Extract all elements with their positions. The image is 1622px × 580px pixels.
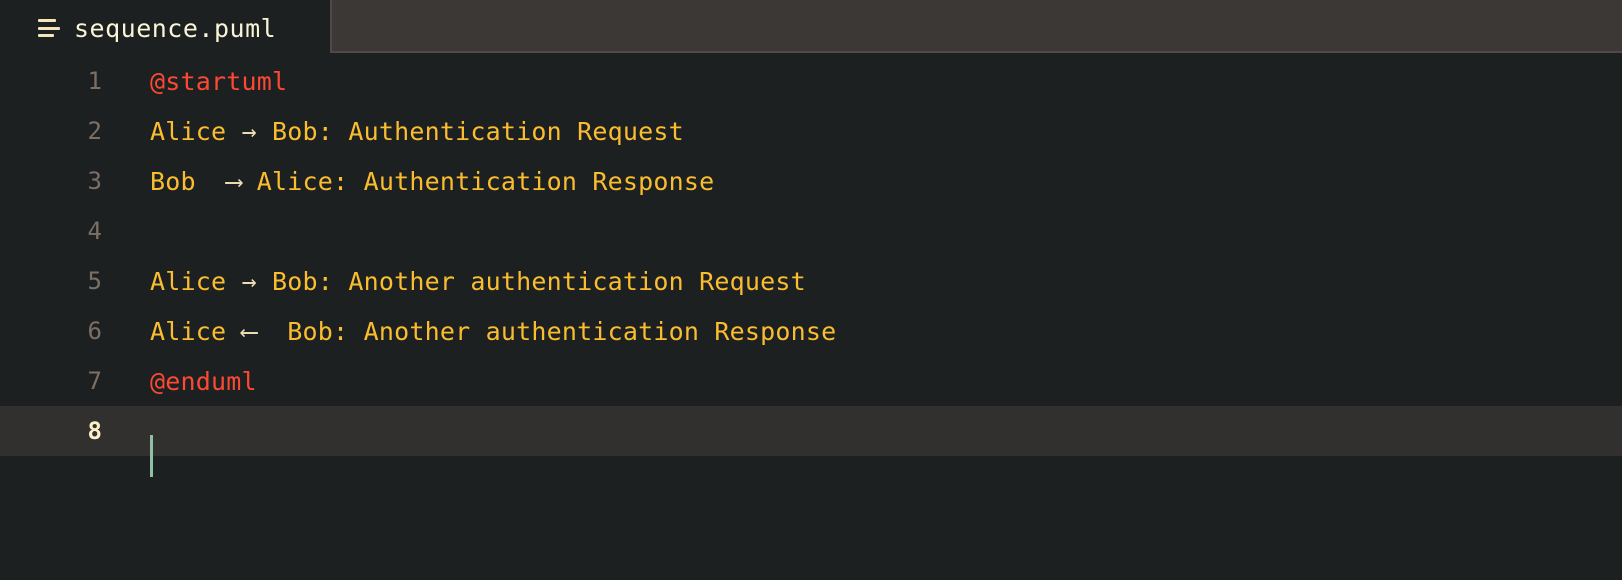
token-punct: : [333,316,349,346]
token-punct: : [317,266,334,296]
token-ident: Alice [150,266,242,296]
tab-sequence-puml[interactable]: sequence.puml [0,0,330,56]
line-number: 3 [87,167,102,195]
token-ident: Alice [150,316,242,346]
token-arrow: ⟶ [226,166,242,196]
code-line-text[interactable]: @enduml [130,369,1622,394]
code-line[interactable]: 4 [0,206,1622,256]
line-number: 8 [87,417,102,445]
code-editor[interactable]: 1 @startuml 2 Alice → Bob: Authentication R… [0,56,1622,580]
token-ident: Bob [150,166,227,196]
tab-strip-empty-area[interactable] [330,0,1622,53]
code-line[interactable]: 8 [0,406,1622,477]
token-msg: Authentication Request [333,116,684,146]
line-number: 2 [87,117,102,145]
code-line[interactable]: 1 @startuml [0,56,1622,106]
token-ident: Bob [256,316,334,346]
code-line-text[interactable]: Alice ⟵ Bob: Another authentication Resp… [130,319,1622,344]
text-caret [150,435,153,477]
token-arrow: → [241,266,257,296]
code-line-text[interactable]: Alice → Bob: Authentication Request [130,119,1622,144]
line-number: 5 [87,267,102,295]
token-arrow: ⟵ [241,316,257,346]
token-msg: Another authentication Request [333,266,806,296]
line-number: 7 [87,367,102,395]
code-line-text[interactable]: Alice → Bob: Another authentication Requ… [130,269,1622,294]
line-number: 6 [87,317,102,345]
token-ident: Alice [241,166,334,196]
token-punct: : [333,166,349,196]
token-keyword: @enduml [150,366,257,396]
editor-window: sequence.puml 1 @startuml 2 Alice → Bob: Au… [0,0,1622,580]
code-line[interactable]: 5 Alice → Bob: Another authentication Req… [0,256,1622,306]
code-line[interactable]: 2 Alice → Bob: Authentication Request [0,106,1622,156]
token-msg: Authentication Response [348,166,715,196]
line-number: 1 [87,67,102,95]
token-punct: : [317,116,334,146]
code-line-text[interactable]: Bob ⟶ Alice: Authentication Response [130,169,1622,194]
token-ident: Bob [256,116,318,146]
code-line[interactable]: 6 Alice ⟵ Bob: Another authentication Res… [0,306,1622,356]
token-ident: Alice [150,116,242,146]
code-line[interactable]: 3 Bob ⟶ Alice: Authentication Response [0,156,1622,206]
code-line-text[interactable]: @startuml [130,69,1622,94]
token-ident: Bob [256,266,318,296]
tab-bar: sequence.puml [0,0,1622,56]
line-number: 4 [87,217,102,245]
code-line[interactable]: 7 @enduml [0,356,1622,406]
token-msg: Another authentication Response [348,316,837,346]
token-keyword: @startuml [150,66,288,96]
tab-title: sequence.puml [74,13,277,43]
token-arrow: → [241,116,257,146]
lines-file-icon [38,19,60,37]
